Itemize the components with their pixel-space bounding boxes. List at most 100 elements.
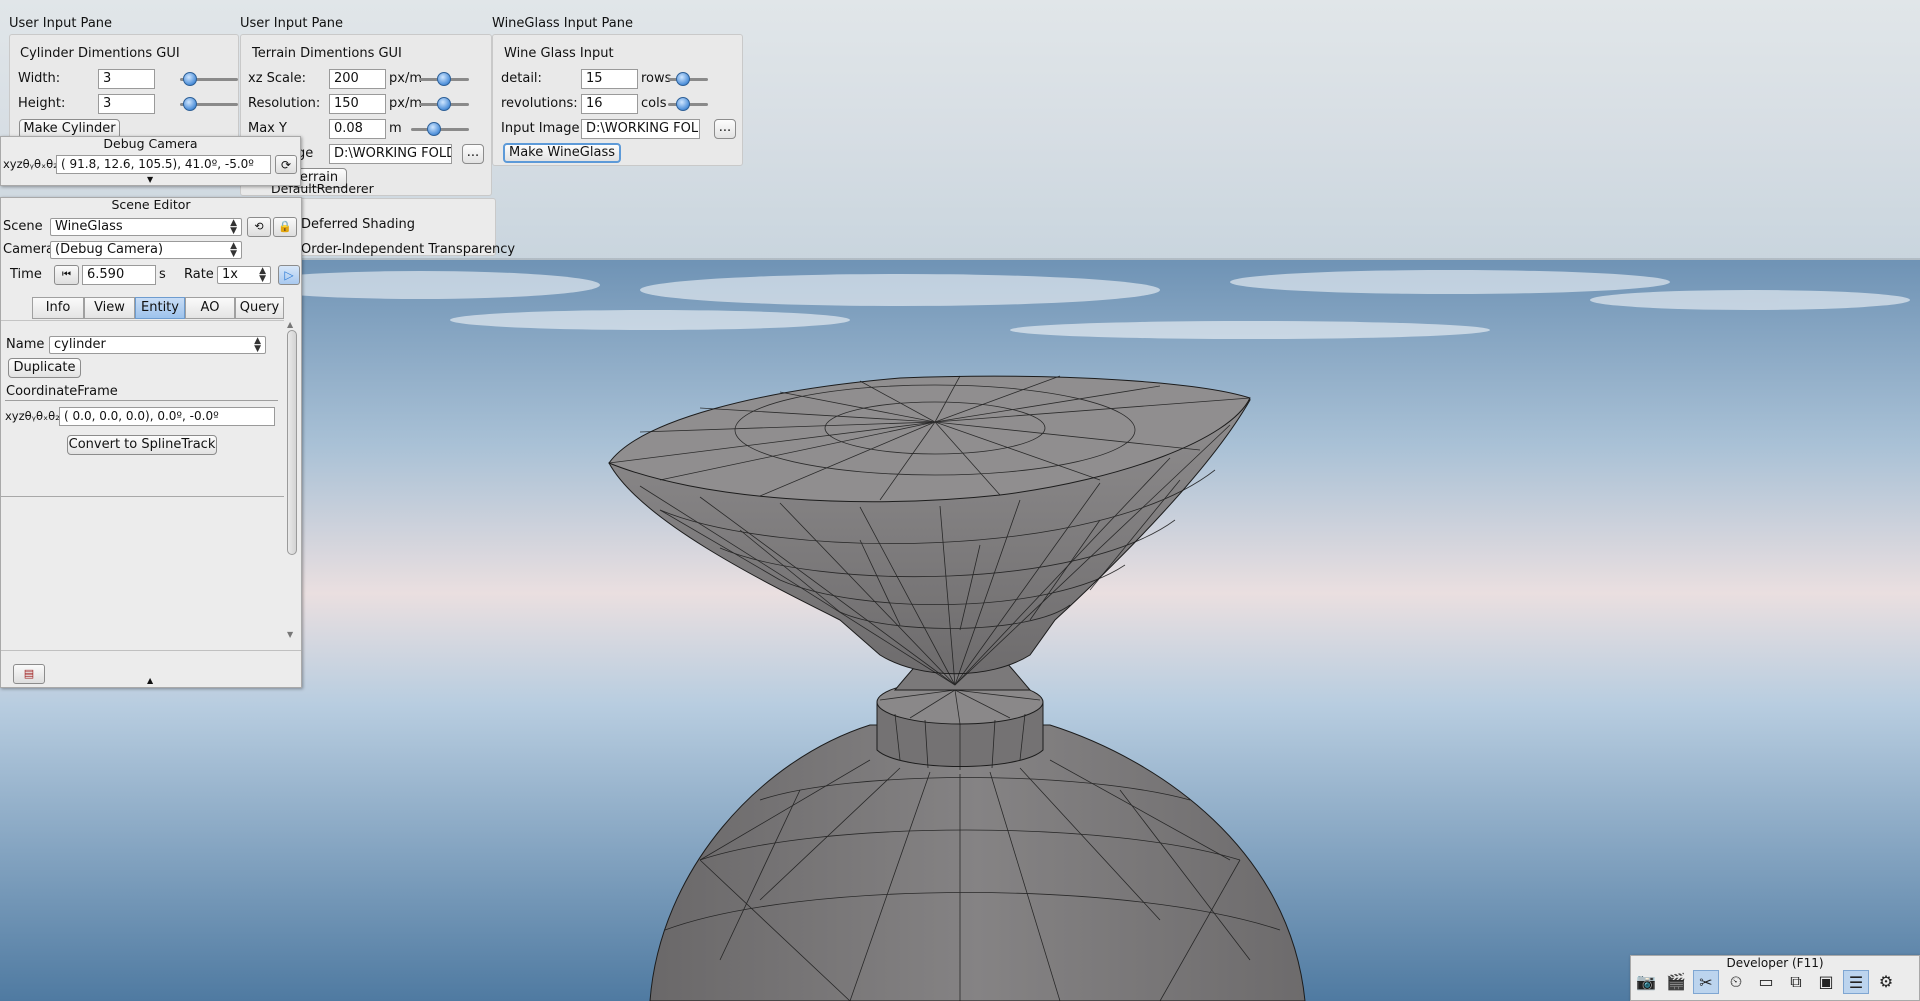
camera-coord-label: xyzθᵧθₓθ₂ xyxy=(3,157,58,171)
log-icon[interactable]: ☰ xyxy=(1843,970,1869,994)
film-icon[interactable]: 🎬 xyxy=(1663,970,1689,994)
play-icon[interactable]: ▷ xyxy=(278,265,300,285)
scroll-down-icon[interactable]: ▼ xyxy=(287,630,293,639)
tab-query[interactable]: Query xyxy=(235,297,284,319)
developer-window: Developer (F11) 📷 🎬 ✂ ⏲ ▭ ⧉ ▣ ☰ ⚙ xyxy=(1630,955,1920,1001)
rate-label: Rate xyxy=(184,267,214,282)
profiler-icon[interactable]: ▣ xyxy=(1813,970,1839,994)
revolutions-label: revolutions: xyxy=(501,96,578,111)
scene-editor-title: Scene Editor xyxy=(111,197,191,212)
time-field[interactable]: 6.590 xyxy=(82,265,156,285)
terrain-browse-button[interactable]: ... xyxy=(462,144,484,164)
deferred-shading-label[interactable]: Deferred Shading xyxy=(301,217,415,232)
tools-icon[interactable]: ✂ xyxy=(1693,970,1719,994)
scroll-thumb[interactable] xyxy=(287,330,297,555)
frame-coordinate-field[interactable]: ( 0.0, 0.0, 0.0), 0.0º, -0.0º xyxy=(59,407,275,426)
camera-link-icon[interactable]: ⟳ xyxy=(275,155,297,174)
lock-icon[interactable]: 🔒 xyxy=(273,217,297,237)
camera-dropdown[interactable]: (Debug Camera) ▲ ▼ xyxy=(50,241,242,259)
collapse-arrow-icon[interactable]: ▼ xyxy=(147,175,153,184)
wineglass-pane-title: WineGlass Input Pane xyxy=(492,16,634,31)
folder-icon[interactable]: ▭ xyxy=(1753,970,1779,994)
developer-title: Developer (F11) xyxy=(1726,956,1824,970)
scene-label: Scene xyxy=(3,219,43,234)
scroll-up-icon[interactable]: ▲ xyxy=(287,320,293,329)
gear-icon[interactable]: ⚙ xyxy=(1873,970,1899,994)
input-image-path[interactable]: D:\WORKING FOLD xyxy=(581,119,700,139)
rate-dropdown-value: 1x xyxy=(222,267,238,282)
make-wineglass-button[interactable]: Make WineGlass xyxy=(503,143,621,163)
clock-icon[interactable]: ⏲ xyxy=(1723,970,1749,994)
tab-entity[interactable]: Entity xyxy=(135,297,185,319)
name-label: Name xyxy=(6,337,45,352)
window-icon[interactable]: ⧉ xyxy=(1783,970,1809,994)
scene-dropdown-value: WineGlass xyxy=(55,219,123,234)
footer-divider xyxy=(1,650,301,651)
tab-info[interactable]: Info xyxy=(32,297,84,319)
save-icon[interactable]: ▤ xyxy=(13,664,45,684)
cylinder-group-title: Cylinder Dimentions GUI xyxy=(20,46,180,61)
debug-camera-window: Debug Camera xyzθᵧθₓθ₂ ( 91.8, 12.6, 105… xyxy=(0,136,301,186)
terrain-pane-title: User Input Pane xyxy=(240,16,344,31)
debug-camera-title: Debug Camera xyxy=(103,136,198,151)
terrain-image-path[interactable]: D:\WORKING FOLD xyxy=(329,144,452,164)
xz-scale-unit: px/m xyxy=(389,71,422,86)
resolution-slider[interactable] xyxy=(419,97,469,111)
wineglass-input-group: Wine Glass Input detail: 15 rows revolut… xyxy=(492,34,743,166)
scene-editor-tabs: Info View Entity AO Query xyxy=(32,297,284,319)
detail-field[interactable]: 15 xyxy=(581,69,638,89)
xz-scale-label: xz Scale: xyxy=(248,71,307,86)
wineglass-group-title: Wine Glass Input xyxy=(504,46,614,61)
revolutions-slider[interactable] xyxy=(668,97,708,111)
xz-scale-slider[interactable] xyxy=(419,72,469,86)
scene-dropdown[interactable]: WineGlass ▲ ▼ xyxy=(50,218,242,236)
rate-dropdown[interactable]: 1x ▲ ▼ xyxy=(217,266,271,284)
rewind-icon[interactable]: ⏮ xyxy=(54,265,79,285)
cylinder-dimensions-group: Cylinder Dimentions GUI Width: 3 Height:… xyxy=(9,34,239,142)
reload-icon[interactable]: ⟲ xyxy=(247,217,271,237)
height-slider[interactable] xyxy=(180,97,238,111)
coordinate-frame-divider xyxy=(5,400,278,401)
scene-editor-window: Scene Editor Scene WineGlass ▲ ▼ ⟲ 🔒 Camer… xyxy=(0,197,302,688)
entity-name-value: cylinder xyxy=(54,337,106,352)
entity-panel: Name cylinder ▲ ▼ Duplicate CoordinateFram… xyxy=(1,320,284,660)
coordinate-frame-heading: CoordinateFrame xyxy=(6,384,118,399)
tab-view[interactable]: View xyxy=(84,297,135,319)
input-image-label: Input Image xyxy=(501,121,580,136)
max-y-label: Max Y xyxy=(248,121,287,136)
height-field[interactable]: 3 xyxy=(98,94,155,114)
height-label: Height: xyxy=(18,96,66,111)
width-slider[interactable] xyxy=(180,72,238,86)
max-y-slider[interactable] xyxy=(411,122,469,136)
time-unit: s xyxy=(159,267,166,282)
expand-arrow-icon[interactable]: ▲ xyxy=(147,676,153,685)
max-y-field[interactable]: 0.08 xyxy=(329,119,386,139)
camera-label: Camera xyxy=(3,242,55,257)
panel-divider xyxy=(1,496,284,497)
tab-ao[interactable]: AO xyxy=(185,297,235,319)
revolutions-field[interactable]: 16 xyxy=(581,94,638,114)
cylinder-pane-title: User Input Pane xyxy=(9,16,113,31)
revolutions-unit: cols xyxy=(641,96,667,111)
oit-label[interactable]: Order-Independent Transparency xyxy=(301,242,515,257)
wineglass-browse-button[interactable]: ... xyxy=(714,119,736,139)
resolution-label: Resolution: xyxy=(248,96,321,111)
max-y-unit: m xyxy=(389,121,402,136)
frame-coord-label: xyzθᵧθₓθ₂ xyxy=(5,409,60,423)
resolution-field[interactable]: 150 xyxy=(329,94,386,114)
detail-slider[interactable] xyxy=(668,72,708,86)
entity-name-dropdown[interactable]: cylinder ▲ ▼ xyxy=(49,336,266,354)
resolution-unit: px/m xyxy=(389,96,422,111)
width-label: Width: xyxy=(18,71,61,86)
convert-spline-button[interactable]: Convert to SplineTrack xyxy=(67,435,217,455)
terrain-group-title: Terrain Dimentions GUI xyxy=(252,46,402,61)
camera-coordinate-field[interactable]: ( 91.8, 12.6, 105.5), 41.0º, -5.0º xyxy=(56,155,271,174)
width-field[interactable]: 3 xyxy=(98,69,155,89)
detail-label: detail: xyxy=(501,71,542,86)
time-label: Time xyxy=(10,267,42,282)
xz-scale-field[interactable]: 200 xyxy=(329,69,386,89)
camera-icon[interactable]: 📷 xyxy=(1633,970,1659,994)
detail-unit: rows xyxy=(641,71,672,86)
duplicate-button[interactable]: Duplicate xyxy=(8,358,81,378)
scrollbar[interactable]: ▲ ▼ xyxy=(285,320,299,639)
